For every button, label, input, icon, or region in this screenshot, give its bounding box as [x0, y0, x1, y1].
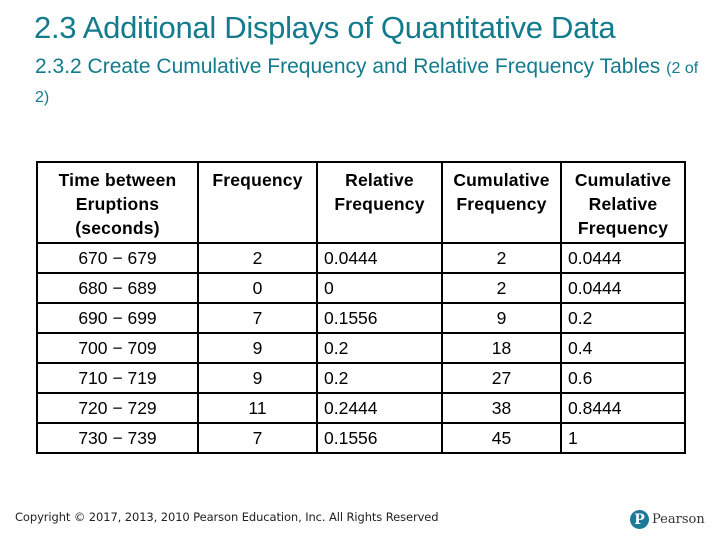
cumulative-relative-frequency-cell: 0.6	[560, 362, 686, 394]
frequency-cell: 7	[197, 422, 318, 454]
cumulative-frequency-cell: 2	[441, 272, 562, 304]
frequency-cell: 9	[197, 332, 318, 364]
interval-cell: 680 − 689	[36, 272, 199, 304]
relative-frequency-cell: 0.1556	[316, 302, 443, 334]
pearson-logo-icon: P	[630, 510, 649, 529]
header-cumulative-frequency: Cumulative Frequency	[441, 161, 562, 244]
slide-subtitle: 2.3.2 Create Cumulative Frequency and Re…	[35, 53, 705, 111]
interval-cell: 690 − 699	[36, 302, 199, 334]
slide-title: 2.3 Additional Displays of Quantitative …	[34, 10, 616, 45]
frequency-cell: 7	[197, 302, 318, 334]
copyright-notice: Copyright © 2017, 2013, 2010 Pearson Edu…	[15, 510, 439, 524]
table-row: 680 − 689 0 0 2 0.0444	[36, 272, 686, 304]
frequency-cell: 0	[197, 272, 318, 304]
interval-cell: 730 − 739	[36, 422, 199, 454]
table-row: 690 − 699 7 0.1556 9 0.2	[36, 302, 686, 334]
cumulative-frequency-cell: 38	[441, 392, 562, 424]
table-row: 700 − 709 9 0.2 18 0.4	[36, 332, 686, 364]
cumulative-relative-frequency-cell: 0.8444	[560, 392, 686, 424]
interval-cell: 720 − 729	[36, 392, 199, 424]
cumulative-frequency-cell: 9	[441, 302, 562, 334]
interval-cell: 700 − 709	[36, 332, 199, 364]
cumulative-frequency-cell: 27	[441, 362, 562, 394]
table-header-row: Time between Eruptions (seconds) Frequen…	[36, 161, 686, 244]
header-relative-frequency: Relative Frequency	[316, 161, 443, 244]
header-frequency: Frequency	[197, 161, 318, 244]
table-row: 720 − 729 11 0.2444 38 0.8444	[36, 392, 686, 424]
interval-cell: 670 − 679	[36, 242, 199, 274]
cumulative-relative-frequency-cell: 0.0444	[560, 242, 686, 274]
cumulative-relative-frequency-cell: 0.4	[560, 332, 686, 364]
relative-frequency-cell: 0.2444	[316, 392, 443, 424]
cumulative-frequency-cell: 18	[441, 332, 562, 364]
relative-frequency-cell: 0.2	[316, 362, 443, 394]
relative-frequency-cell: 0.1556	[316, 422, 443, 454]
relative-frequency-cell: 0.2	[316, 332, 443, 364]
header-cumulative-relative-frequency: Cumulative Relative Frequency	[560, 161, 686, 244]
frequency-cell: 2	[197, 242, 318, 274]
table-row: 670 − 679 2 0.0444 2 0.0444	[36, 242, 686, 274]
pearson-logo: P Pearson	[630, 510, 705, 529]
cumulative-relative-frequency-cell: 0.2	[560, 302, 686, 334]
frequency-table: Time between Eruptions (seconds) Frequen…	[36, 161, 686, 454]
frequency-cell: 9	[197, 362, 318, 394]
subtitle-main: 2.3.2 Create Cumulative Frequency and Re…	[35, 55, 661, 78]
table-row: 730 − 739 7 0.1556 45 1	[36, 422, 686, 454]
frequency-cell: 11	[197, 392, 318, 424]
interval-cell: 710 − 719	[36, 362, 199, 394]
relative-frequency-cell: 0	[316, 272, 443, 304]
cumulative-relative-frequency-cell: 0.0444	[560, 272, 686, 304]
cumulative-relative-frequency-cell: 1	[560, 422, 686, 454]
cumulative-frequency-cell: 45	[441, 422, 562, 454]
pearson-logo-text: Pearson	[652, 512, 705, 527]
header-time-between-eruptions: Time between Eruptions (seconds)	[36, 161, 199, 244]
relative-frequency-cell: 0.0444	[316, 242, 443, 274]
cumulative-frequency-cell: 2	[441, 242, 562, 274]
table-row: 710 − 719 9 0.2 27 0.6	[36, 362, 686, 394]
